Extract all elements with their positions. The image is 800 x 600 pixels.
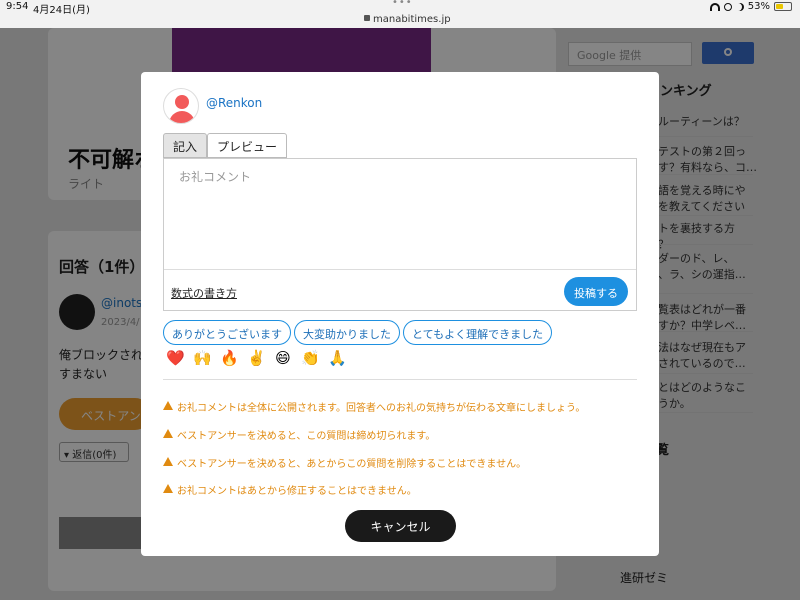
user-avatar: [163, 88, 199, 124]
warning-text: お礼コメントは全体に公開されます。回答者へのお礼の気持ちが伝わる文章にしましょう…: [177, 403, 586, 414]
tab-preview[interactable]: プレビュー: [207, 133, 288, 158]
raised-hands-emoji-icon[interactable]: 🙌: [193, 349, 212, 367]
fire-emoji-icon[interactable]: 🔥: [220, 349, 239, 367]
comment-editor: お礼コメント 数式の書き方 投稿する: [163, 158, 637, 311]
post-button[interactable]: 投稿する: [564, 277, 628, 306]
reaction-emojis: ❤️ 🙌 🔥 ✌️ 😄 👏 🙏: [166, 349, 347, 367]
quick-reply-chip[interactable]: ありがとうございます: [163, 320, 291, 345]
editor-tabs: 記入 プレビュー: [163, 133, 288, 158]
status-time: 9:54: [6, 1, 29, 12]
status-bar: 9:54 4月24日(月) ••• manabitimes.jp 53%: [0, 0, 800, 28]
warning-text: ベストアンサーを決めると、この質問は締め切られます。: [177, 431, 436, 442]
quick-reply-chips: ありがとうございます 大変助かりました とてもよく理解できました: [163, 320, 553, 345]
warning-item: お礼コメントは全体に公開されます。回答者へのお礼の気持ちが伝わる文章にしましょう…: [163, 399, 585, 414]
url-text: manabitimes.jp: [373, 14, 451, 25]
warning-text: ベストアンサーを決めると、あとからこの質問を削除することはできません。: [177, 459, 527, 470]
thanks-comment-modal: @Renkon 記入 プレビュー お礼コメント 数式の書き方 投稿する ありがと…: [141, 72, 659, 556]
clap-emoji-icon[interactable]: 👏: [301, 349, 320, 367]
warning-item: ベストアンサーを決めると、この質問は締め切られます。: [163, 427, 435, 442]
pray-emoji-icon[interactable]: 🙏: [328, 349, 347, 367]
comment-textarea[interactable]: お礼コメント: [164, 159, 636, 270]
status-icons: 53%: [709, 1, 792, 12]
avatar-body: [169, 111, 195, 123]
warning-icon: [163, 457, 173, 466]
url-bar[interactable]: manabitimes.jp: [364, 14, 451, 25]
wifi-icon: [709, 2, 720, 11]
quick-reply-chip[interactable]: とてもよく理解できました: [403, 320, 553, 345]
formula-help-link[interactable]: 数式の書き方: [171, 285, 237, 301]
more-dots-icon[interactable]: •••: [392, 0, 413, 8]
warning-icon: [163, 429, 173, 438]
avatar-head: [175, 95, 189, 109]
lock-icon: [364, 15, 370, 21]
battery-fill: [776, 4, 783, 9]
battery-icon: [774, 2, 792, 11]
warning-icon: [163, 484, 173, 493]
cancel-button[interactable]: キャンセル: [345, 510, 456, 542]
smile-emoji-icon[interactable]: 😄: [274, 349, 292, 367]
heart-emoji-icon[interactable]: ❤️: [166, 349, 185, 367]
location-icon: [723, 2, 732, 11]
divider: [163, 379, 637, 380]
warning-text: お礼コメントはあとから修正することはできません。: [177, 486, 417, 497]
quick-reply-chip[interactable]: 大変助かりました: [294, 320, 400, 345]
warning-icon: [163, 401, 173, 410]
battery-percent: 53%: [747, 1, 770, 12]
status-date: 4月24日(月): [33, 5, 90, 16]
warning-item: ベストアンサーを決めると、あとからこの質問を削除することはできません。: [163, 455, 526, 470]
moon-icon: [736, 3, 744, 11]
victory-hand-emoji-icon[interactable]: ✌️: [247, 349, 266, 367]
warning-item: お礼コメントはあとから修正することはできません。: [163, 482, 417, 497]
modal-username[interactable]: @Renkon: [206, 96, 262, 110]
tab-write[interactable]: 記入: [163, 133, 208, 158]
